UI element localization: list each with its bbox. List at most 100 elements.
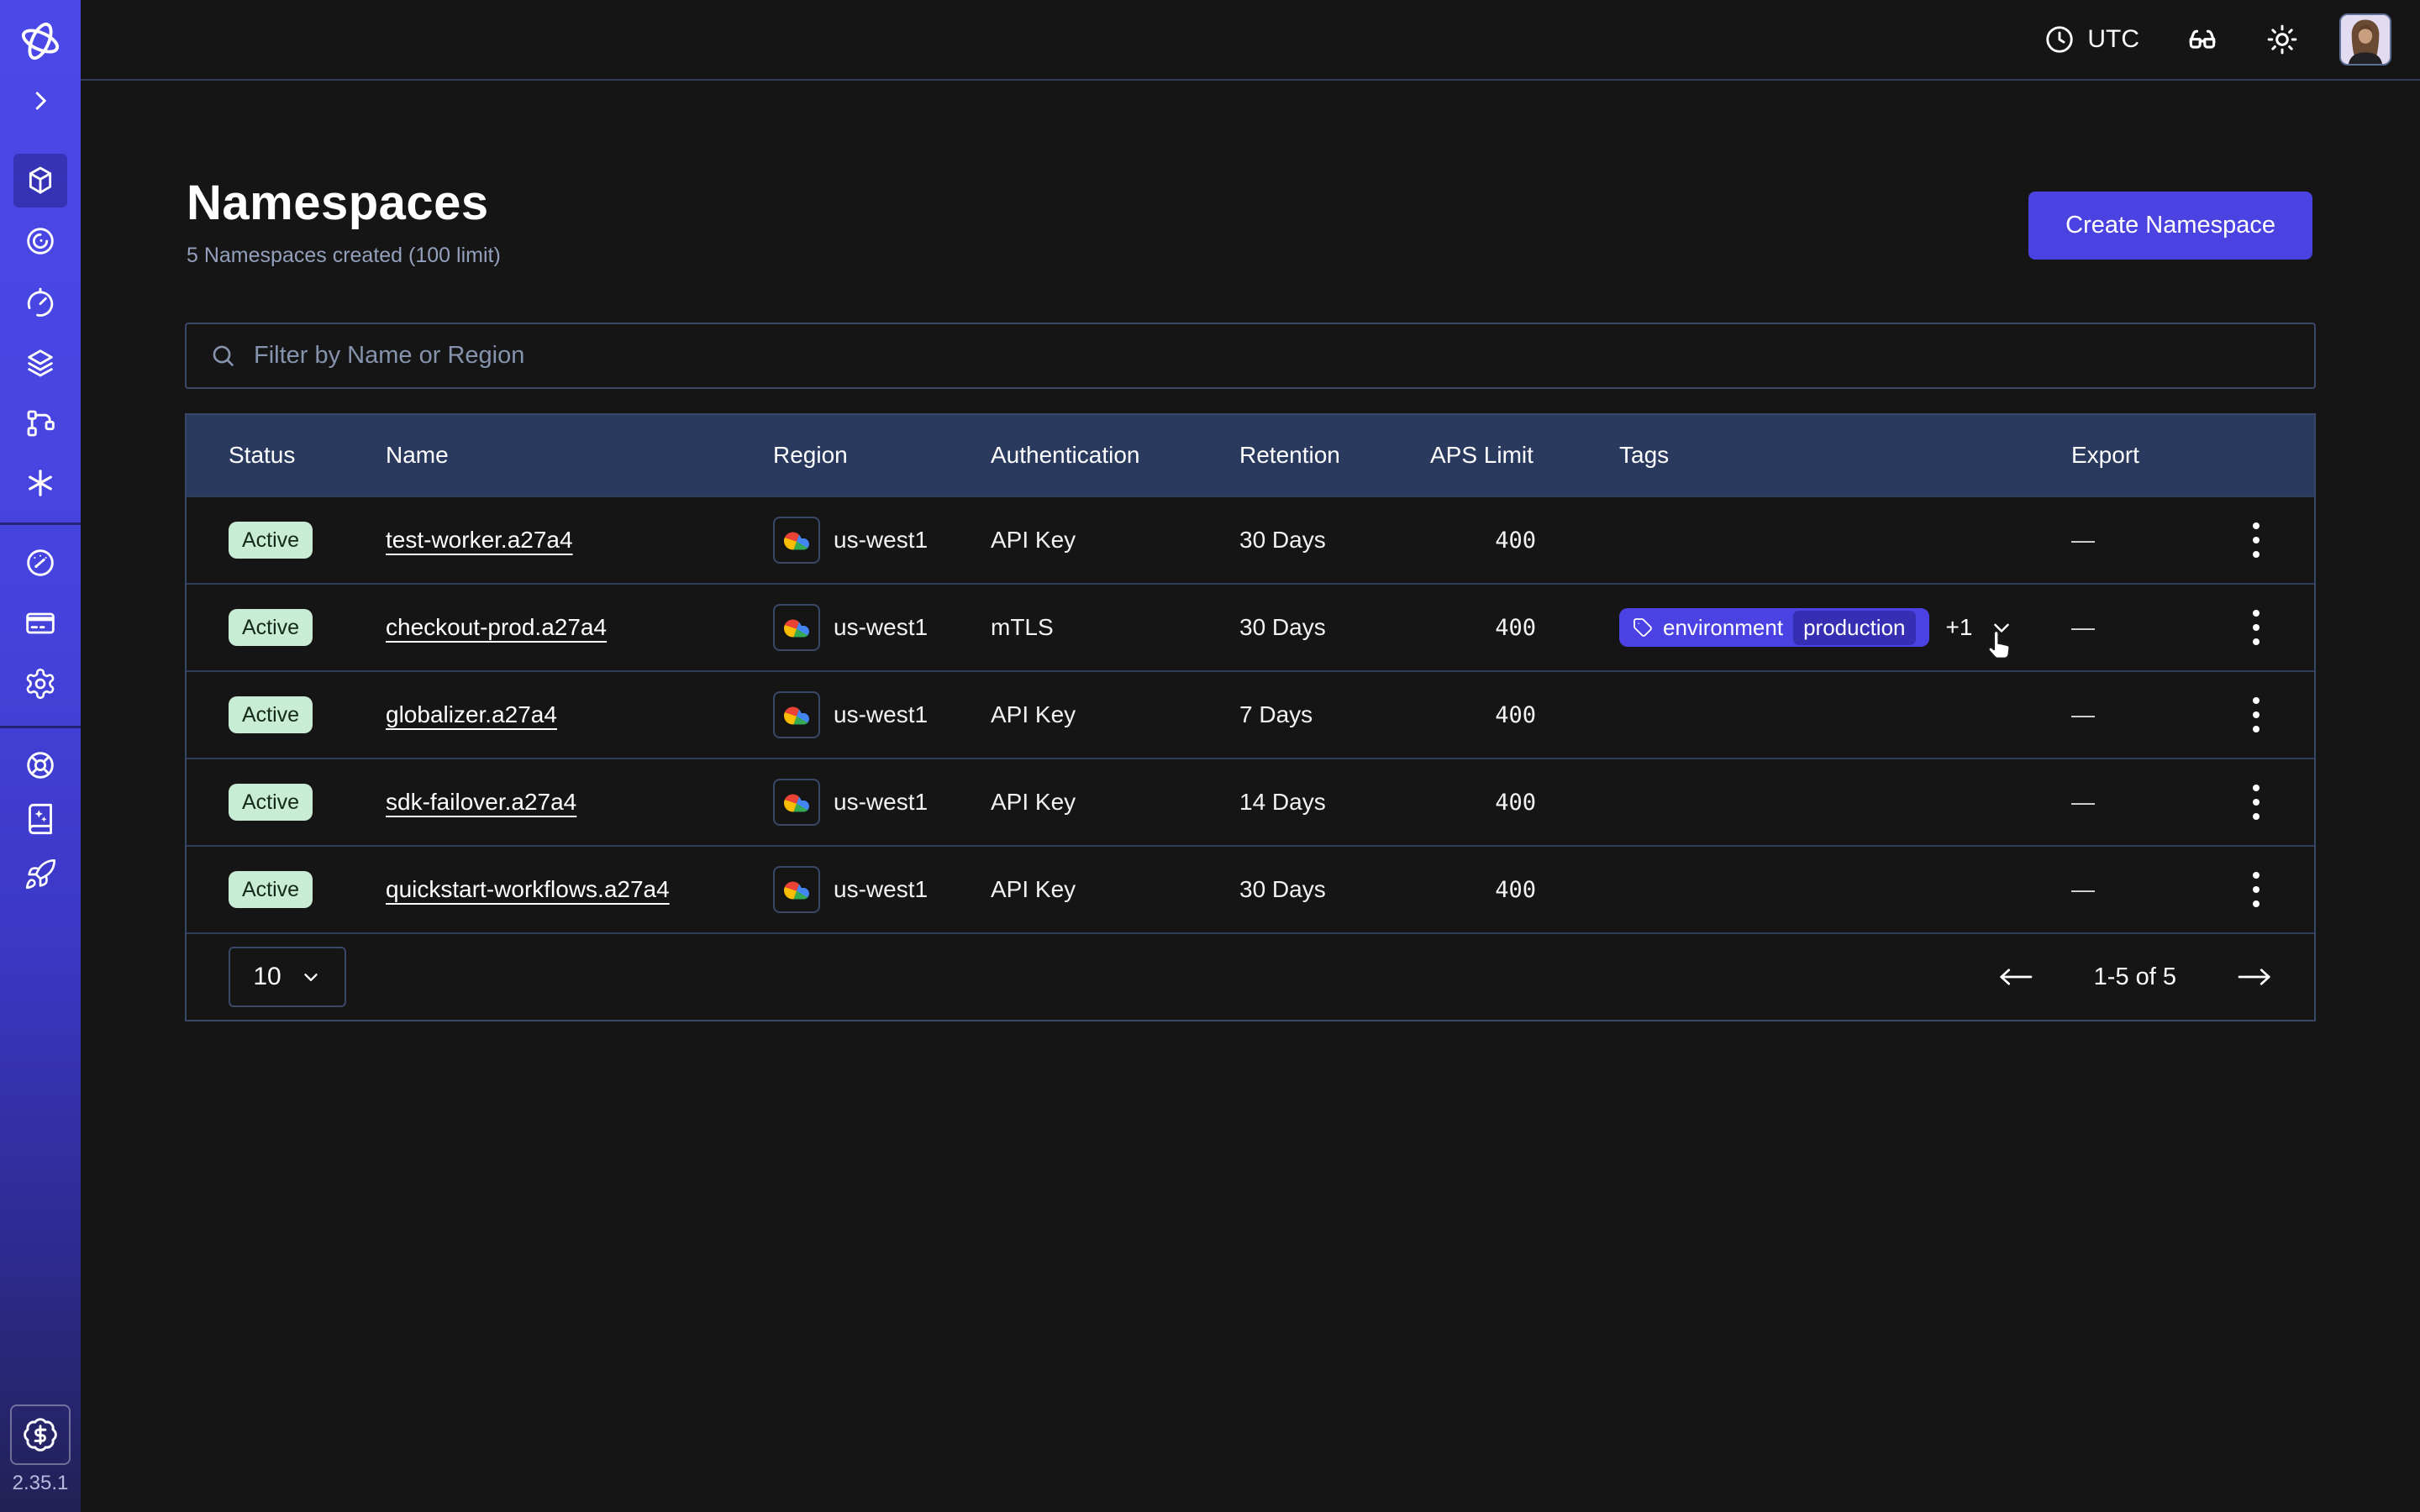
temporal-logo-icon [18, 18, 63, 64]
status-badge: Active [229, 871, 313, 908]
retention-value: 30 Days [1239, 614, 1430, 641]
clock-icon [2044, 24, 2075, 55]
sidebar-item-namespaces[interactable] [13, 154, 67, 207]
auth-method: API Key [991, 527, 1239, 554]
labs-toggle-button[interactable] [2185, 22, 2220, 57]
google-cloud-icon [781, 613, 812, 642]
cloud-provider-iconbox [773, 604, 820, 651]
export-value: — [2071, 527, 2197, 554]
region-label: us-west1 [834, 701, 928, 728]
google-cloud-icon [781, 875, 812, 904]
sidebar-item-docs[interactable] [13, 792, 67, 846]
pagination-range-label: 1-5 of 5 [2094, 963, 2176, 991]
gear-icon [24, 667, 57, 701]
sidebar-item-billing[interactable] [13, 596, 67, 650]
tags-expand-chevron-icon[interactable] [1989, 615, 2014, 640]
status-badge: Active [229, 696, 313, 733]
sidebar: 2.35.1 [0, 0, 81, 1512]
sidebar-item-timer[interactable] [13, 276, 67, 329]
region-label: us-west1 [834, 789, 928, 816]
col-tags: Tags [1536, 442, 2071, 469]
page-title: Namespaces [187, 175, 489, 231]
sidebar-item-settings[interactable] [13, 657, 67, 711]
google-cloud-icon [781, 701, 812, 729]
row-actions-button[interactable] [2241, 776, 2271, 828]
temporal-logo[interactable] [13, 14, 67, 68]
cloud-provider-iconbox [773, 691, 820, 738]
book-sparkles-icon [24, 802, 57, 836]
aps-limit-value: 400 [1430, 790, 1536, 816]
region-label: us-west1 [834, 527, 928, 554]
namespace-link[interactable]: sdk-failover.a27a4 [386, 789, 576, 815]
sidebar-item-spiral[interactable] [13, 214, 67, 268]
sidebar-item-gauge[interactable] [13, 536, 67, 590]
retention-value: 7 Days [1239, 701, 1430, 728]
billing-badge-button[interactable] [10, 1404, 71, 1465]
lifebuoy-icon [24, 748, 57, 782]
chevron-right-icon [25, 86, 55, 116]
export-value: — [2071, 789, 2197, 816]
table-row: Active quickstart-workflows.a27a4 us-wes… [187, 845, 2314, 932]
app-version: 2.35.1 [0, 1472, 81, 1495]
tag-key: environment [1663, 615, 1783, 641]
sidebar-divider [0, 522, 81, 525]
export-value: — [2071, 614, 2197, 641]
timezone-label: UTC [2087, 25, 2139, 54]
table-row: Active checkout-prod.a27a4 us-west1 mTLS… [187, 583, 2314, 670]
next-page-button[interactable] [2230, 960, 2279, 994]
col-aps-limit: APS Limit [1430, 442, 1536, 469]
aps-limit-value: 400 [1430, 528, 1536, 554]
sidebar-item-get-started[interactable] [13, 848, 67, 901]
sidebar-item-asterisk[interactable] [13, 456, 67, 510]
auth-method: API Key [991, 876, 1239, 903]
retention-value: 30 Days [1239, 527, 1430, 554]
tag-more-count[interactable]: +1 [1946, 614, 1973, 641]
namespace-link[interactable]: quickstart-workflows.a27a4 [386, 876, 670, 902]
sidebar-collapse-button[interactable] [13, 74, 67, 128]
namespace-link[interactable]: test-worker.a27a4 [386, 527, 573, 553]
layers-icon [24, 346, 57, 380]
sidebar-item-layers[interactable] [13, 336, 67, 390]
branch-icon [24, 407, 57, 440]
tag-value: production [1793, 611, 1915, 645]
spiral-icon [24, 224, 57, 258]
row-actions-button[interactable] [2241, 601, 2271, 654]
table-row: Active test-worker.a27a4 us-west1 API Ke… [187, 496, 2314, 583]
theme-toggle-button[interactable] [2265, 23, 2299, 56]
filter-input[interactable] [254, 342, 2291, 370]
region-label: us-west1 [834, 614, 928, 641]
aps-limit-value: 400 [1430, 877, 1536, 903]
sidebar-item-branch[interactable] [13, 396, 67, 450]
export-value: — [2071, 876, 2197, 903]
google-cloud-icon [781, 526, 812, 554]
asterisk-icon [24, 466, 57, 500]
prev-page-button[interactable] [1991, 960, 2040, 994]
cube-icon [24, 164, 57, 197]
page-size-select[interactable]: 10 [229, 947, 346, 1007]
create-namespace-button[interactable]: Create Namespace [2028, 192, 2312, 260]
glasses-icon [2185, 22, 2220, 57]
namespace-link[interactable]: checkout-prod.a27a4 [386, 614, 607, 640]
page-size-value: 10 [253, 963, 281, 991]
timezone-selector[interactable]: UTC [2044, 24, 2139, 55]
filter-bar [185, 323, 2316, 389]
row-actions-button[interactable] [2241, 514, 2271, 566]
timer-icon [24, 286, 57, 319]
row-actions-button[interactable] [2241, 864, 2271, 916]
col-region: Region [773, 442, 991, 469]
col-authentication: Authentication [991, 442, 1239, 469]
auth-method: API Key [991, 701, 1239, 728]
auth-method: mTLS [991, 614, 1239, 641]
page-subtitle: 5 Namespaces created (100 limit) [187, 244, 501, 268]
user-avatar[interactable] [2339, 13, 2391, 66]
col-name: Name [386, 442, 773, 469]
auth-method: API Key [991, 789, 1239, 816]
row-actions-button[interactable] [2241, 689, 2271, 741]
sidebar-item-support[interactable] [13, 738, 67, 792]
credit-card-icon [24, 606, 57, 640]
rocket-icon [24, 858, 57, 891]
gauge-icon [24, 546, 57, 580]
namespace-link[interactable]: globalizer.a27a4 [386, 701, 557, 727]
sidebar-divider [0, 726, 81, 728]
tag-badge[interactable]: environment production [1619, 608, 1929, 647]
